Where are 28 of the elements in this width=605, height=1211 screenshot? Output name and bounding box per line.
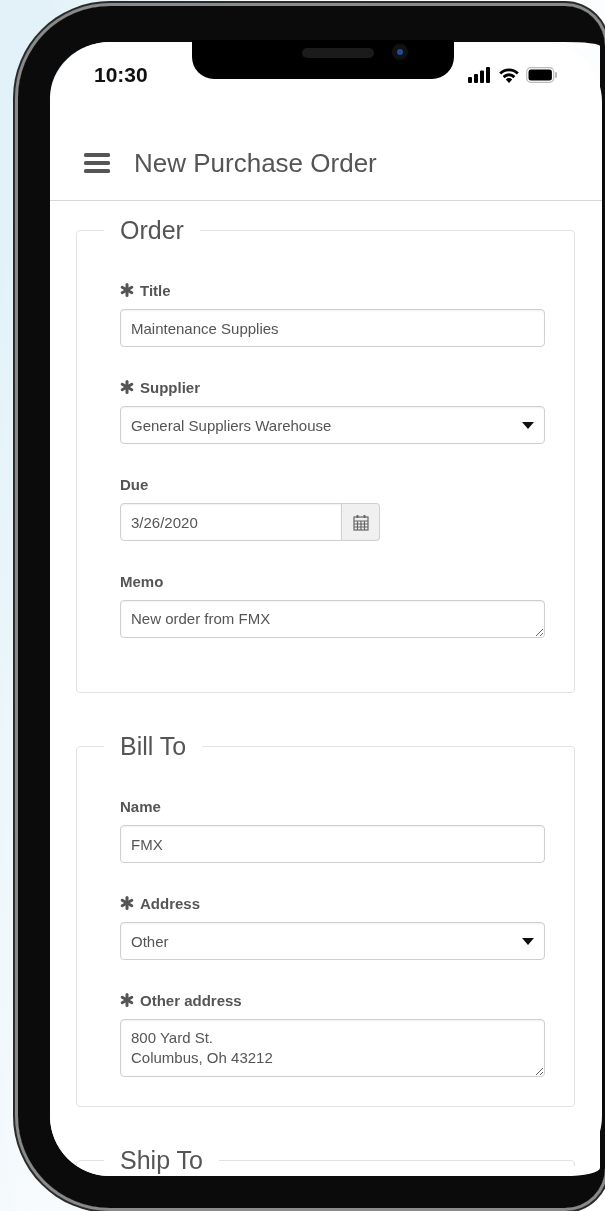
dropdown[interactable]: General Suppliers Warehouse [120,406,545,444]
field-label: Address [140,894,201,912]
section-legend: Ship To [104,1145,219,1175]
field-label: Due [120,475,149,493]
text-area[interactable]: 800 Yard St. Columbus, Oh 43212 [120,1019,545,1077]
calendar-icon [352,513,369,531]
section-legend: Bill To [104,731,203,761]
field-label: Other address [140,991,242,1009]
battery-icon [526,67,558,83]
text-field[interactable]: Maintenance Supplies [120,309,545,347]
menu-button[interactable] [84,153,110,173]
date-field[interactable]: 3/26/2020 [120,503,342,541]
dropdown[interactable]: Other [120,922,545,960]
status-time: 10:30 [94,63,148,87]
section-legend: Order [104,215,200,245]
wifi-icon [498,67,520,83]
page-title: New Purchase Order [134,147,377,180]
caret-icon [522,421,534,429]
field-label: Memo [120,572,164,590]
signal-icon [468,67,492,83]
menu-icon [84,153,110,173]
calendar-button[interactable] [342,503,380,541]
caret-icon [522,937,534,945]
text-field[interactable]: FMX [120,825,545,863]
text-area[interactable]: New order from FMX [120,600,545,638]
field-label: Name [120,797,161,815]
field-label: Title [140,281,171,299]
field-label: Supplier [140,378,200,396]
